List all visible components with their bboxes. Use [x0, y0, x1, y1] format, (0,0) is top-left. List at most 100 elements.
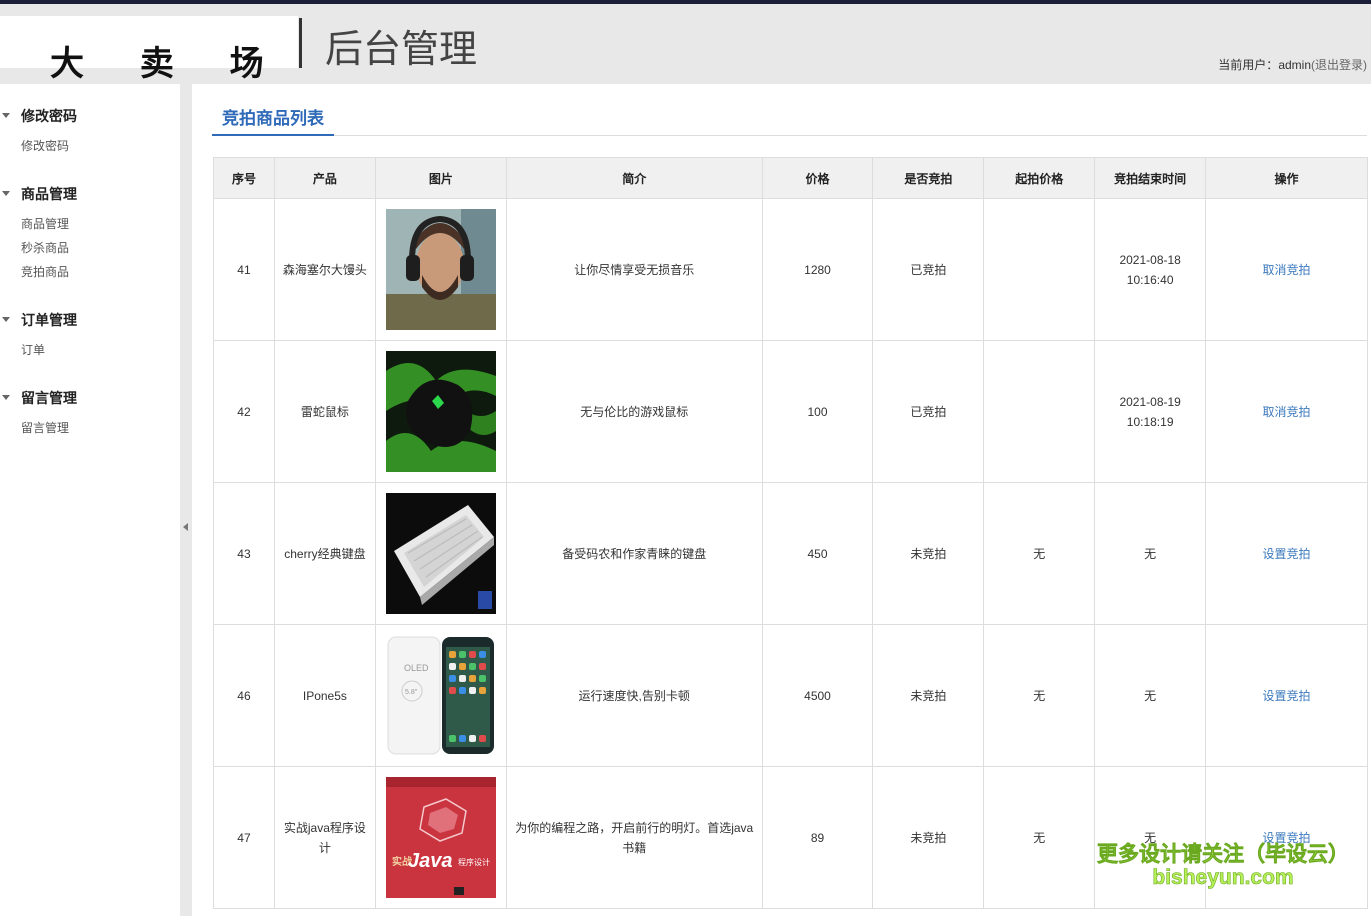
user-prefix: 当前用户：	[1218, 58, 1279, 72]
menu-group-goods: 商品管理 商品管理 秒杀商品 竞拍商品	[0, 184, 180, 284]
cell-intro: 备受码农和作家青睐的键盘	[505, 482, 763, 625]
cell-action: 设置竞拍	[1205, 482, 1368, 625]
headphones-photo	[385, 209, 496, 330]
table-row: 41 森海塞尔大馒头 让你尽情享受无损音乐 1280 已竞拍 2021-08-1…	[213, 198, 1368, 341]
cell-end-time: 2021-08-19 10:18:19	[1094, 340, 1207, 483]
header: 大 卖 场 后台管理 当前用户：admin(退出登录)	[0, 4, 1371, 84]
tab-auction-list[interactable]: 竞拍商品列表	[212, 100, 334, 136]
sidebar-item-auction[interactable]: 竞拍商品	[0, 260, 180, 284]
col-header: 价格	[761, 157, 874, 199]
cell-product: 森海塞尔大馒头	[273, 198, 376, 341]
cell-auction-status: 未竞拍	[872, 766, 985, 909]
caret-down-icon	[2, 113, 10, 118]
cell-price: 1280	[761, 198, 874, 341]
watermark: 更多设计请关注（毕设云） bisheyun.com	[1088, 838, 1358, 890]
sidebar-item-messages[interactable]: 留言管理	[0, 416, 180, 440]
cell-action: 取消竞拍	[1205, 198, 1368, 341]
cell-start-price: 无	[983, 624, 1096, 767]
sidebar-item-change-password[interactable]: 修改密码	[0, 134, 180, 158]
set-auction-link[interactable]: 设置竞拍	[1263, 547, 1311, 561]
cell-product: 雷蛇鼠标	[273, 340, 376, 483]
mouse-photo	[385, 351, 496, 472]
cell-start-price	[983, 340, 1096, 483]
cell-intro: 为你的编程之路，开启前行的明灯。首选java书籍	[505, 766, 763, 909]
cell-auction-status: 已竞拍	[872, 198, 985, 341]
menu-head-orders[interactable]: 订单管理	[0, 310, 180, 330]
keyboard-photo	[385, 493, 496, 614]
cancel-auction-link[interactable]: 取消竞拍	[1263, 405, 1311, 419]
cell-image	[374, 340, 507, 483]
cell-price: 89	[761, 766, 874, 909]
menu-group-password: 修改密码 修改密码	[0, 106, 180, 158]
cell-product: 实战java程序设计	[273, 766, 376, 909]
cell-id: 46	[213, 624, 275, 767]
watermark-line2: bisheyun.com	[1152, 866, 1294, 890]
cell-start-price	[983, 198, 1096, 341]
col-header: 操作	[1205, 157, 1368, 199]
java-book-photo: 实战 Java 程序设计	[385, 777, 496, 898]
menu-group-messages: 留言管理 留言管理	[0, 388, 180, 440]
cell-id: 43	[213, 482, 275, 625]
logo-box: 大 卖 场	[0, 16, 298, 84]
sidebar-item-seckill[interactable]: 秒杀商品	[0, 236, 180, 260]
cell-product: cherry经典键盘	[273, 482, 376, 625]
caret-down-icon	[2, 317, 10, 322]
col-header: 图片	[374, 157, 507, 199]
cell-id: 47	[213, 766, 275, 909]
phone-photo: OLED 5.8"	[385, 635, 496, 756]
watermark-line1: 更多设计请关注（毕设云）	[1097, 843, 1350, 867]
cell-id: 41	[213, 198, 275, 341]
svg-text:程序设计: 程序设计	[458, 857, 490, 867]
col-header: 是否竞拍	[872, 157, 985, 199]
cell-price: 450	[761, 482, 874, 625]
cell-start-price: 无	[983, 766, 1096, 909]
cell-end-time: 无	[1094, 624, 1207, 767]
cell-price: 4500	[761, 624, 874, 767]
menu-group-orders: 订单管理 订单	[0, 310, 180, 362]
sidebar-item-goods[interactable]: 商品管理	[0, 212, 180, 236]
svg-text:5.8": 5.8"	[405, 689, 418, 696]
cell-image	[374, 482, 507, 625]
cell-product: IPone5s	[273, 624, 376, 767]
cell-intro: 运行速度快,告别卡顿	[505, 624, 763, 767]
logo: 大 卖 场	[50, 44, 286, 84]
set-auction-link[interactable]: 设置竞拍	[1263, 689, 1311, 703]
cell-image: 实战 Java 程序设计	[374, 766, 507, 909]
cell-auction-status: 未竞拍	[872, 624, 985, 767]
cell-intro: 无与伦比的游戏鼠标	[505, 340, 763, 483]
sidebar-divider[interactable]	[180, 84, 192, 916]
cell-image	[374, 198, 507, 341]
cell-intro: 让你尽情享受无损音乐	[505, 198, 763, 341]
table-row: 43 cherry经典键盘 备受码农和作家青睐的键盘 450 未竞拍 无 无 设…	[213, 482, 1368, 625]
main-content: 竞拍商品列表 序号 产品 图片 简介 价格 是否竞拍 起拍价格 竞拍结束时间 操…	[192, 84, 1371, 916]
col-header: 竞拍结束时间	[1094, 157, 1207, 199]
menu-head-goods[interactable]: 商品管理	[0, 184, 180, 204]
goods-table: 序号 产品 图片 简介 价格 是否竞拍 起拍价格 竞拍结束时间 操作 41 森海…	[213, 157, 1368, 909]
cell-end-time: 无	[1094, 482, 1207, 625]
menu-head-messages[interactable]: 留言管理	[0, 388, 180, 408]
menu-head-password[interactable]: 修改密码	[0, 106, 180, 126]
table-row: 46 IPone5s OLED 5.8" 运行速度快,告别卡顿 4500 未竞拍…	[213, 624, 1368, 767]
collapse-arrow-icon[interactable]	[183, 523, 188, 531]
cell-auction-status: 未竞拍	[872, 482, 985, 625]
caret-down-icon	[2, 191, 10, 196]
user-name: admin	[1278, 58, 1311, 72]
col-header: 产品	[273, 157, 376, 199]
cell-auction-status: 已竞拍	[872, 340, 985, 483]
sidebar: 修改密码 修改密码 商品管理 商品管理 秒杀商品 竞拍商品 订单管理 订单 留言…	[0, 84, 180, 916]
table-row: 42 雷蛇鼠标 无与伦比的游戏鼠标 100 已竞拍 2021-08-19 10:…	[213, 340, 1368, 483]
tab-bar: 竞拍商品列表	[212, 100, 1367, 136]
cancel-auction-link[interactable]: 取消竞拍	[1263, 263, 1311, 277]
cell-action: 设置竞拍	[1205, 624, 1368, 767]
table-header-row: 序号 产品 图片 简介 价格 是否竞拍 起拍价格 竞拍结束时间 操作	[213, 157, 1368, 199]
logout-link[interactable]: (退出登录)	[1311, 58, 1367, 72]
cell-action: 取消竞拍	[1205, 340, 1368, 483]
svg-text:Java: Java	[408, 850, 453, 872]
cell-id: 42	[213, 340, 275, 483]
caret-down-icon	[2, 395, 10, 400]
cell-end-time: 2021-08-18 10:16:40	[1094, 198, 1207, 341]
svg-text:OLED: OLED	[404, 663, 429, 673]
page-title: 后台管理	[325, 27, 478, 71]
logo-separator	[299, 18, 302, 68]
sidebar-item-orders[interactable]: 订单	[0, 338, 180, 362]
